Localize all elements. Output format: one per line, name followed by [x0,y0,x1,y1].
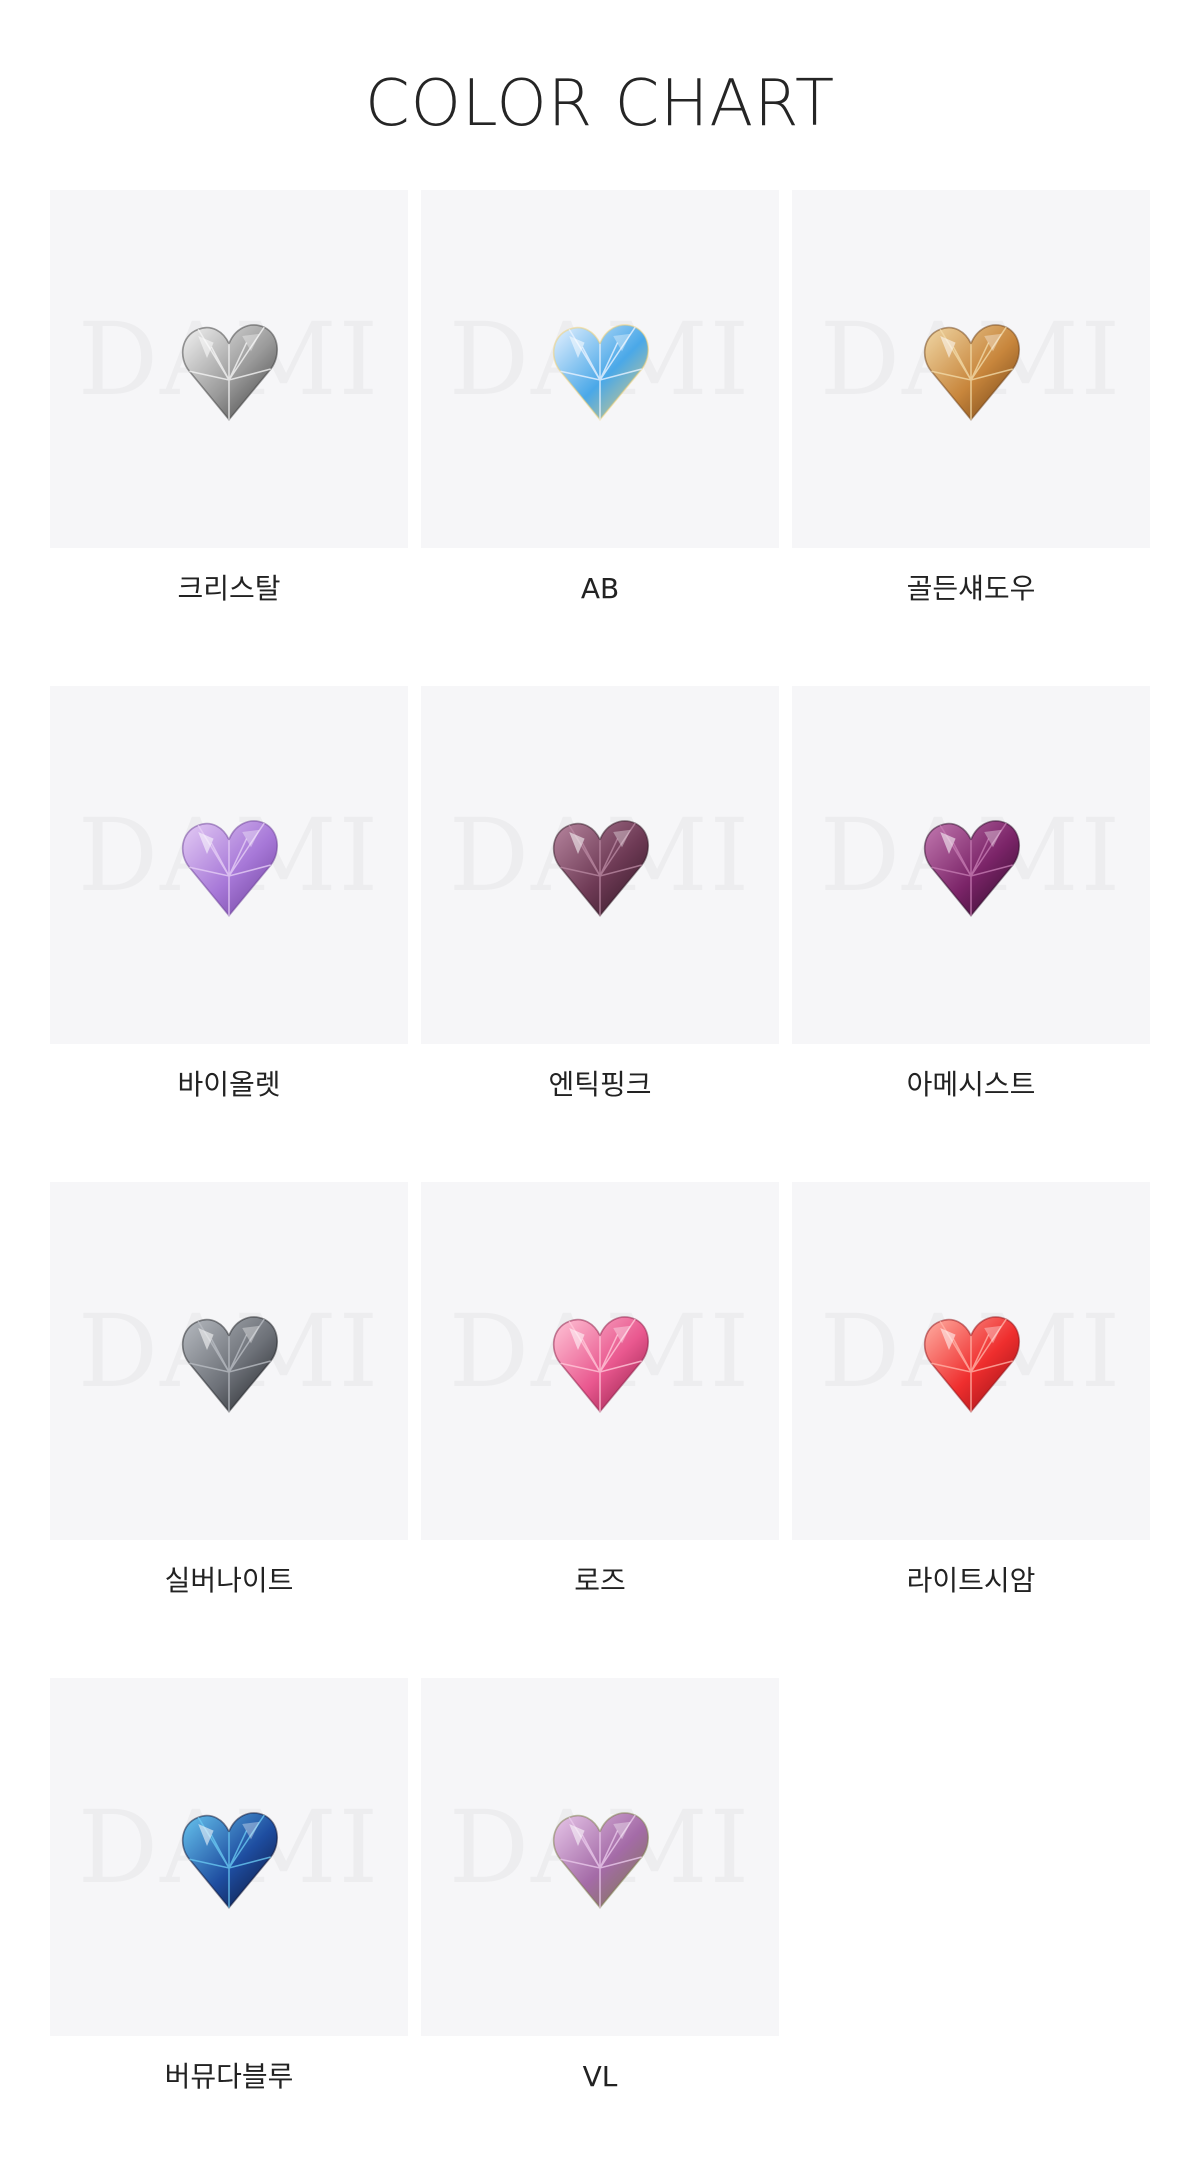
swatch-label: 바이올렛 [177,1068,281,1101]
swatch-photo: DAMI [421,1678,779,2036]
swatch-photo: DAMI [792,190,1150,548]
swatch-photo: DAMI [421,686,779,1044]
color-swatch-card[interactable]: DAMI VL [421,1678,779,2138]
heart-vl-icon [552,1812,649,1909]
heart-rose-icon [552,1316,649,1413]
swatch-photo: DAMI [50,1678,408,2036]
page-title: COLOR CHART [364,67,836,141]
swatch-label: 아메시스트 [906,1068,1036,1101]
swatch-label: 로즈 [574,1564,626,1597]
heart-golden-shadow-icon [923,324,1020,421]
heart-ab-icon [552,324,649,421]
swatch-label: 골든섀도우 [906,572,1036,605]
heart-violet-icon [181,820,278,917]
swatch-label: 버뮤다블루 [164,2060,294,2093]
heart-amethyst-icon [923,820,1020,917]
color-swatch-card[interactable]: DAMI 엔틱핑크 [421,686,779,1146]
swatch-label: VL [582,2060,618,2093]
color-swatch-card[interactable]: DAMI 버뮤다블루 [50,1678,408,2138]
swatch-label: 라이트시암 [906,1564,1036,1597]
swatch-photo: DAMI [792,686,1150,1044]
color-swatch-card[interactable]: DAMI 라이트시암 [792,1182,1150,1642]
color-swatch-card[interactable]: DAMI 바이올렛 [50,686,408,1146]
heart-silver-night-icon [181,1316,278,1413]
swatch-photo: DAMI [50,1182,408,1540]
color-swatch-card[interactable]: DAMI 아메시스트 [792,686,1150,1146]
color-swatch-card[interactable]: DAMI AB [421,190,779,650]
heart-light-siam-icon [923,1316,1020,1413]
swatch-photo: DAMI [50,686,408,1044]
color-swatch-card[interactable]: DAMI 골든섀도우 [792,190,1150,650]
color-chart-grid: DAMI크리스탈DAMIABDAMI골든섀도우DAMI바이올렛DAMI엔틱핑크D… [50,190,1150,2150]
swatch-photo: DAMI [421,190,779,548]
swatch-label: 크리스탈 [177,572,281,605]
heart-antique-pink-icon [552,820,649,917]
color-swatch-card[interactable]: DAMI 로즈 [421,1182,779,1642]
color-swatch-card[interactable]: DAMI 크리스탈 [50,190,408,650]
color-swatch-card[interactable]: DAMI 실버나이트 [50,1182,408,1642]
swatch-photo: DAMI [421,1182,779,1540]
swatch-photo: DAMI [792,1182,1150,1540]
swatch-photo: DAMI [50,190,408,548]
swatch-label: AB [580,572,620,605]
heart-crystal-icon [181,324,278,421]
swatch-label: 엔틱핑크 [548,1068,652,1101]
heart-bermuda-blue-icon [181,1812,278,1909]
swatch-label: 실버나이트 [164,1564,294,1597]
